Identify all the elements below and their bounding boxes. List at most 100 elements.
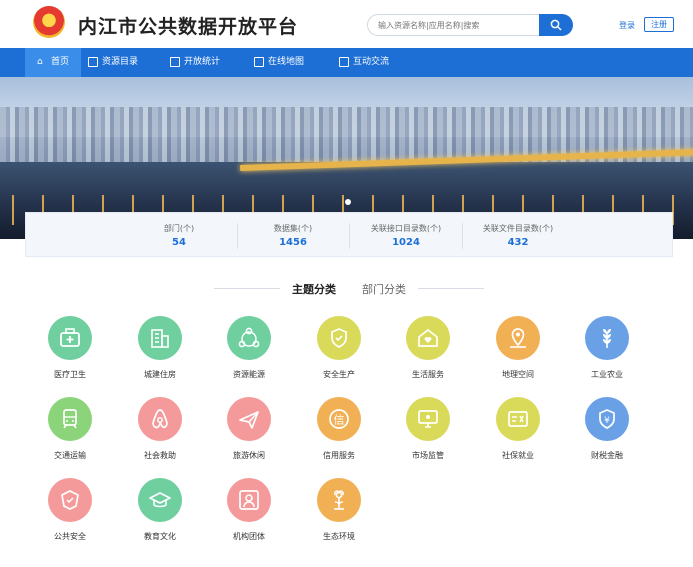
- stat-value: 1456: [279, 237, 307, 248]
- category-item[interactable]: 社会救助: [115, 397, 205, 461]
- stat-label: 数据集(个): [273, 224, 313, 233]
- category-item[interactable]: 信信用服务: [294, 397, 384, 461]
- category-item[interactable]: 生态环境: [294, 478, 384, 542]
- stat-value: 1024: [392, 237, 420, 248]
- yuan-shield-icon: ¥: [599, 409, 615, 429]
- category-item[interactable]: 教育文化: [115, 478, 205, 542]
- category-icon-circle: [227, 397, 271, 441]
- category-item[interactable]: 交通运输: [25, 397, 115, 461]
- category-label: 财税金融: [591, 451, 623, 460]
- graduation-cap-icon: [149, 492, 171, 508]
- airbnb-icon: [152, 409, 168, 429]
- category-icon-circle: [585, 316, 629, 360]
- svg-text:¥: ¥: [604, 416, 610, 426]
- category-icon-circle: [227, 478, 271, 522]
- search-icon: [550, 19, 562, 31]
- wheat-icon: [603, 329, 611, 348]
- category-item[interactable]: 公共安全: [25, 478, 115, 542]
- site-title: 内江市公共数据开放平台: [78, 16, 299, 38]
- category-icon-circle: [138, 316, 182, 360]
- stat-label: 关联文件目录数(个): [482, 224, 554, 233]
- nav-interact-label: 互动交流: [353, 57, 390, 67]
- flower-icon: [334, 490, 344, 510]
- category-label: 社保就业: [502, 451, 534, 460]
- nav-map[interactable]: 在线地图: [254, 48, 334, 77]
- category-icon-circle: [496, 316, 540, 360]
- category-label: 城建住房: [144, 370, 176, 379]
- building-icon: [151, 329, 169, 348]
- credit-icon: 信: [329, 409, 349, 429]
- register-button[interactable]: 注册: [644, 17, 674, 32]
- medical-kit-icon: [60, 328, 80, 347]
- network-icon: [238, 327, 260, 348]
- category-item[interactable]: 地理空间: [473, 316, 563, 380]
- nav-interact[interactable]: 互动交流: [339, 48, 419, 77]
- map-icon: [254, 57, 264, 67]
- category-icon-circle: [406, 316, 450, 360]
- carousel-indicator[interactable]: [345, 199, 351, 205]
- plane-icon: [239, 411, 259, 429]
- nav-catalog[interactable]: 资源目录: [88, 48, 168, 77]
- house-heart-icon: [418, 328, 438, 347]
- catalog-icon: [88, 57, 98, 67]
- national-emblem-logo: [33, 6, 65, 38]
- category-icon-circle: [48, 397, 92, 441]
- monitor-icon: [418, 410, 438, 428]
- category-label: 生活服务: [412, 370, 444, 379]
- train-icon: [63, 409, 77, 429]
- nav-stats-label: 开放统计: [184, 57, 221, 67]
- category-item[interactable]: 资源能源: [204, 316, 294, 380]
- category-label: 机构团体: [233, 532, 265, 541]
- category-item[interactable]: ¥ 财税金融: [562, 397, 652, 461]
- stat-datasets: 数据集(个) 1456: [238, 213, 348, 258]
- category-label: 工业农业: [591, 370, 623, 379]
- nav-home[interactable]: ⌂ 首页: [25, 48, 81, 77]
- category-icon-circle: [317, 316, 361, 360]
- category-label: 安全生产: [323, 370, 355, 379]
- category-label: 地理空间: [502, 370, 534, 379]
- main-nav: ⌂ 首页 资源目录 开放统计 在线地图 互动交流: [0, 48, 693, 77]
- stat-value: 54: [172, 237, 186, 248]
- nav-home-label: 首页: [51, 57, 70, 67]
- stat-value: 432: [507, 237, 529, 248]
- category-item[interactable]: 工业农业: [562, 316, 652, 380]
- category-label: 市场监管: [412, 451, 444, 460]
- category-label: 资源能源: [233, 370, 265, 379]
- category-item[interactable]: 城建住房: [115, 316, 205, 380]
- stat-label: 关联接口目录数(个): [370, 224, 442, 233]
- category-label: 交通运输: [54, 451, 86, 460]
- stat-file-catalogs: 关联文件目录数(个) 432: [463, 213, 573, 258]
- category-icon-circle: [48, 316, 92, 360]
- shield-icon: [331, 328, 347, 348]
- nav-catalog-label: 资源目录: [102, 57, 139, 67]
- login-link[interactable]: 登录: [619, 20, 635, 31]
- stat-api-catalogs: 关联接口目录数(个) 1024: [351, 213, 461, 258]
- category-item[interactable]: 社保就业: [473, 397, 563, 461]
- category-icon-circle: [138, 397, 182, 441]
- header: 内江市公共数据开放平台 登录 注册: [0, 0, 693, 48]
- category-item[interactable]: 安全生产: [294, 316, 384, 380]
- nav-stats[interactable]: 开放统计: [170, 48, 250, 77]
- category-item[interactable]: 市场监管: [383, 397, 473, 461]
- category-item[interactable]: 生活服务: [383, 316, 473, 380]
- stat-label: 部门(个): [163, 224, 195, 233]
- category-item[interactable]: 机构团体: [204, 478, 294, 542]
- category-icon-circle: [317, 478, 361, 522]
- category-icon-circle: [138, 478, 182, 522]
- category-icon-circle: [48, 478, 92, 522]
- category-item[interactable]: 旅游休闲: [204, 397, 294, 461]
- category-label: 生态环境: [323, 532, 355, 541]
- map-pin-icon: [510, 328, 526, 348]
- search-input[interactable]: [367, 14, 539, 36]
- category-label: 公共安全: [54, 532, 86, 541]
- search-button[interactable]: [539, 14, 573, 36]
- category-label: 医疗卫生: [54, 370, 86, 379]
- category-icon-circle: ¥: [585, 397, 629, 441]
- stat-departments: 部门(个) 54: [124, 213, 234, 258]
- tab-department[interactable]: 部门分类: [362, 281, 406, 297]
- home-icon: ⌂: [37, 57, 43, 67]
- category-icon-circle: [227, 316, 271, 360]
- category-item[interactable]: 医疗卫生: [25, 316, 115, 380]
- tab-topic[interactable]: 主题分类: [292, 281, 336, 297]
- category-label: 社会救助: [144, 451, 176, 460]
